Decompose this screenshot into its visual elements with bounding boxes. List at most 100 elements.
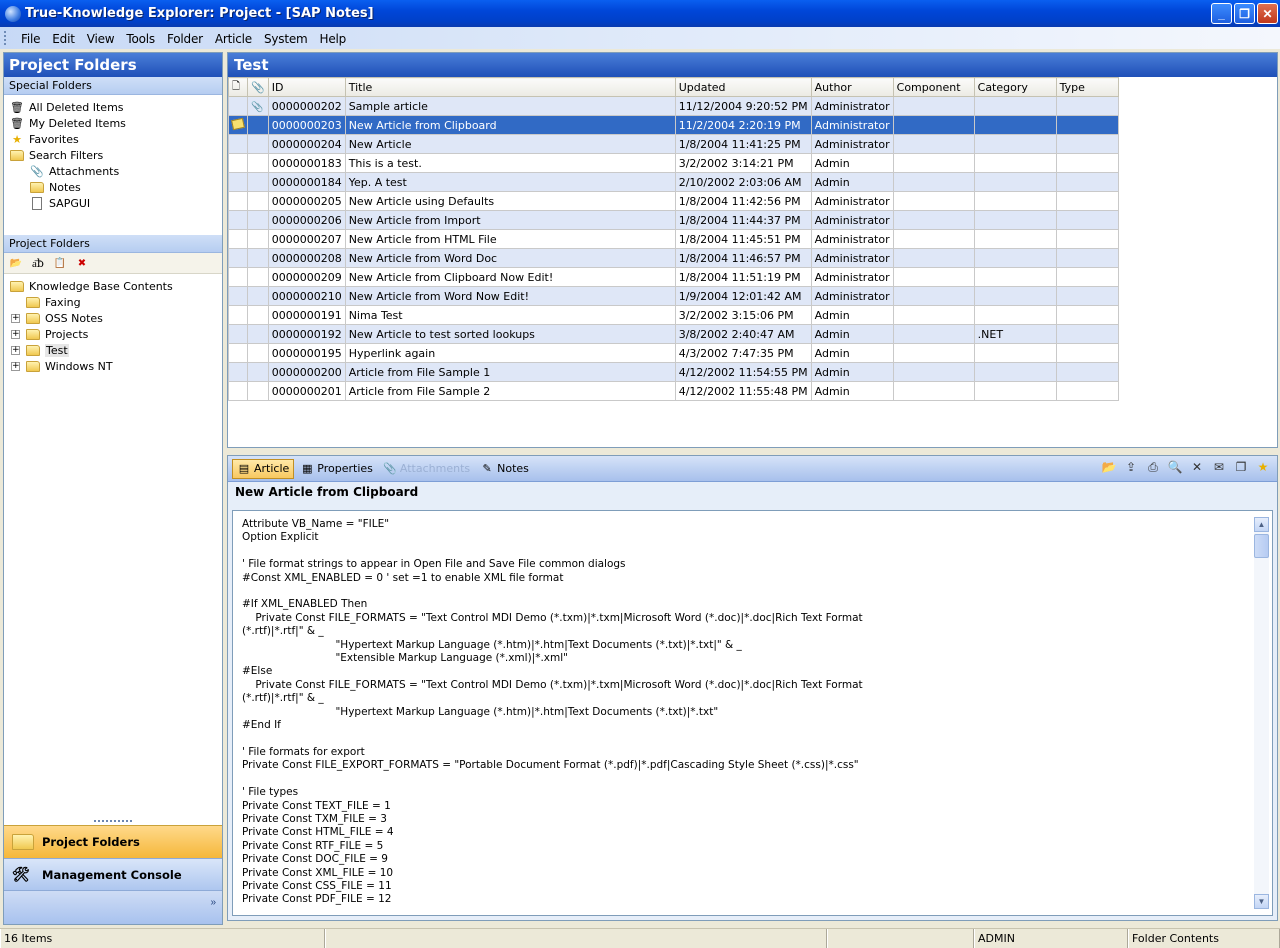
column-header-id[interactable]: ID: [267, 77, 346, 97]
table-row[interactable]: 0000000184 Yep. A test 2/10/2002 2:03:06 A…: [228, 172, 1119, 192]
table-row[interactable]: 0000000205 New Article using Defaults 1/8/…: [228, 191, 1119, 211]
cell-id: 0000000205: [267, 191, 346, 211]
menu-folder[interactable]: Folder: [161, 29, 209, 48]
tree-item[interactable]: + Windows NT: [10, 358, 222, 374]
menu-system[interactable]: System: [258, 29, 314, 48]
note-cell: [228, 229, 248, 249]
export-icon[interactable]: ⇪: [1123, 459, 1139, 475]
cell-component: [892, 343, 975, 363]
table-row[interactable]: 0000000208 New Article from Word Doc 1/8/2…: [228, 248, 1119, 268]
menu-tools[interactable]: Tools: [120, 29, 161, 48]
column-header-category[interactable]: Category: [973, 77, 1057, 97]
cell-author: Administrator: [810, 115, 894, 135]
special-folder-item[interactable]: Search Filters: [10, 147, 222, 163]
close-button[interactable]: ✕: [1257, 3, 1278, 24]
table-row[interactable]: 0000000203 New Article from Clipboard 11/2…: [228, 115, 1119, 135]
chevron-down-icon[interactable]: »: [210, 897, 216, 908]
cell-id: 0000000202: [267, 96, 346, 116]
cell-id: 0000000195: [267, 343, 346, 363]
tree-item[interactable]: Faxing: [10, 294, 222, 310]
delete-folder-icon[interactable]: ✖: [74, 256, 90, 270]
nav-project-folders[interactable]: Project Folders: [4, 825, 222, 858]
tree-expander[interactable]: [11, 298, 20, 307]
menu-file[interactable]: File: [15, 29, 46, 48]
tab-article[interactable]: ▤ Article: [232, 458, 295, 479]
table-row[interactable]: 0000000192 New Article to test sorted loo…: [228, 324, 1119, 344]
scroll-thumb[interactable]: [1254, 534, 1269, 558]
table-row[interactable]: 0000000204 New Article 1/8/2004 11:41:25 P…: [228, 134, 1119, 154]
table-row[interactable]: 0000000209 New Article from Clipboard Now…: [228, 267, 1119, 287]
tree-expander[interactable]: +: [11, 345, 20, 355]
tree-item[interactable]: + Projects: [10, 326, 222, 342]
cell-updated: 1/8/2004 11:41:25 PM: [674, 134, 812, 154]
preview-icon[interactable]: 🔍: [1167, 459, 1183, 475]
delete-icon[interactable]: ✕: [1189, 459, 1205, 475]
special-folder-item[interactable]: ★ Favorites: [10, 131, 222, 147]
table-row[interactable]: 0000000195 Hyperlink again 4/3/2002 7:47:3…: [228, 343, 1119, 363]
print-icon[interactable]: ⎙: [1145, 459, 1161, 475]
article-list-panel: Test 🗋 📎 ID Title Updated Author Compone…: [227, 52, 1278, 448]
new-folder-icon[interactable]: 📂: [8, 256, 24, 270]
attachment-column-header[interactable]: 📎: [247, 77, 269, 97]
copy-folder-icon[interactable]: 📋: [52, 256, 68, 270]
note-cell: [228, 191, 248, 211]
column-header-title[interactable]: Title: [344, 77, 676, 97]
table-row[interactable]: 0000000210 New Article from Word Now Edit…: [228, 286, 1119, 306]
scroll-down-button[interactable]: ▼: [1254, 894, 1269, 909]
open-icon[interactable]: 📂: [1101, 459, 1117, 475]
cell-author: Administrator: [810, 229, 894, 249]
project-folder-tree: Knowledge Base Contents Faxing + OSS Notes +…: [4, 274, 222, 374]
tree-expander[interactable]: +: [11, 329, 20, 339]
article-body[interactable]: Attribute VB_Name = "FILE" Option Explic…: [232, 510, 1273, 916]
note-column-header[interactable]: 🗋: [228, 77, 248, 97]
special-folder-item[interactable]: SAPGUI: [10, 195, 222, 211]
favorite-icon[interactable]: ★: [1255, 459, 1271, 475]
tree-expander[interactable]: +: [11, 313, 20, 323]
column-header-component[interactable]: Component: [892, 77, 975, 97]
tab-properties[interactable]: ▦ Properties: [296, 459, 377, 479]
tab-notes[interactable]: ✎ Notes: [476, 459, 533, 479]
splitter-grip[interactable]: [94, 820, 132, 823]
column-header-updated[interactable]: Updated: [674, 77, 812, 97]
table-row[interactable]: 📎 0000000202 Sample article 11/12/2004 9:20…: [228, 96, 1119, 116]
copy-icon[interactable]: ❐: [1233, 459, 1249, 475]
vertical-scrollbar[interactable]: ▲ ▼: [1254, 517, 1269, 909]
tree-expander[interactable]: +: [11, 361, 20, 371]
special-folder-item[interactable]: 🗑 My Deleted Items: [10, 115, 222, 131]
title-bar: True-Knowledge Explorer: Project - [SAP …: [0, 0, 1280, 27]
tree-item[interactable]: + Test: [10, 342, 222, 358]
column-header-author[interactable]: Author: [810, 77, 894, 97]
cell-title: New Article using Defaults: [344, 191, 676, 211]
special-folder-item[interactable]: 🗑 All Deleted Items: [10, 99, 222, 115]
minimize-button[interactable]: _: [1211, 3, 1232, 24]
app-icon[interactable]: [5, 5, 21, 22]
table-row[interactable]: 0000000207 New Article from HTML File 1/8/…: [228, 229, 1119, 249]
table-row[interactable]: 0000000201 Article from File Sample 2 4/12…: [228, 381, 1119, 401]
tree-item[interactable]: + OSS Notes: [10, 310, 222, 326]
table-row[interactable]: 0000000206 New Article from Import 1/8/200…: [228, 210, 1119, 230]
special-folder-item[interactable]: 📎 Attachments: [10, 163, 222, 179]
menu-grip[interactable]: [4, 31, 7, 45]
menu-article[interactable]: Article: [209, 29, 258, 48]
special-folder-label: SAPGUI: [49, 196, 91, 210]
scroll-up-button[interactable]: ▲: [1254, 517, 1269, 532]
cell-id: 0000000210: [267, 286, 346, 306]
menu-help[interactable]: Help: [314, 29, 353, 48]
table-row[interactable]: 0000000191 Nima Test 3/2/2002 3:15:06 PM Ad…: [228, 305, 1119, 325]
menu-view[interactable]: View: [81, 29, 121, 48]
cell-type: [1055, 153, 1119, 173]
left-panel-title: Project Folders: [4, 53, 222, 77]
cell-component: [892, 96, 975, 116]
table-row[interactable]: 0000000183 This is a test. 3/2/2002 3:14:2…: [228, 153, 1119, 173]
maximize-button[interactable]: ❐: [1234, 3, 1255, 24]
tree-item[interactable]: Knowledge Base Contents: [10, 278, 222, 294]
menu-edit[interactable]: Edit: [46, 29, 80, 48]
column-header-type[interactable]: Type: [1055, 77, 1119, 97]
cell-type: [1055, 362, 1119, 382]
nav-management-console[interactable]: 🛠 Management Console: [4, 858, 222, 890]
table-row[interactable]: 0000000200 Article from File Sample 1 4/12…: [228, 362, 1119, 382]
window-title: True-Knowledge Explorer: Project - [SAP …: [25, 6, 374, 21]
rename-folder-icon[interactable]: a͞b: [30, 256, 46, 270]
email-icon[interactable]: ✉: [1211, 459, 1227, 475]
special-folder-item[interactable]: Notes: [10, 179, 222, 195]
